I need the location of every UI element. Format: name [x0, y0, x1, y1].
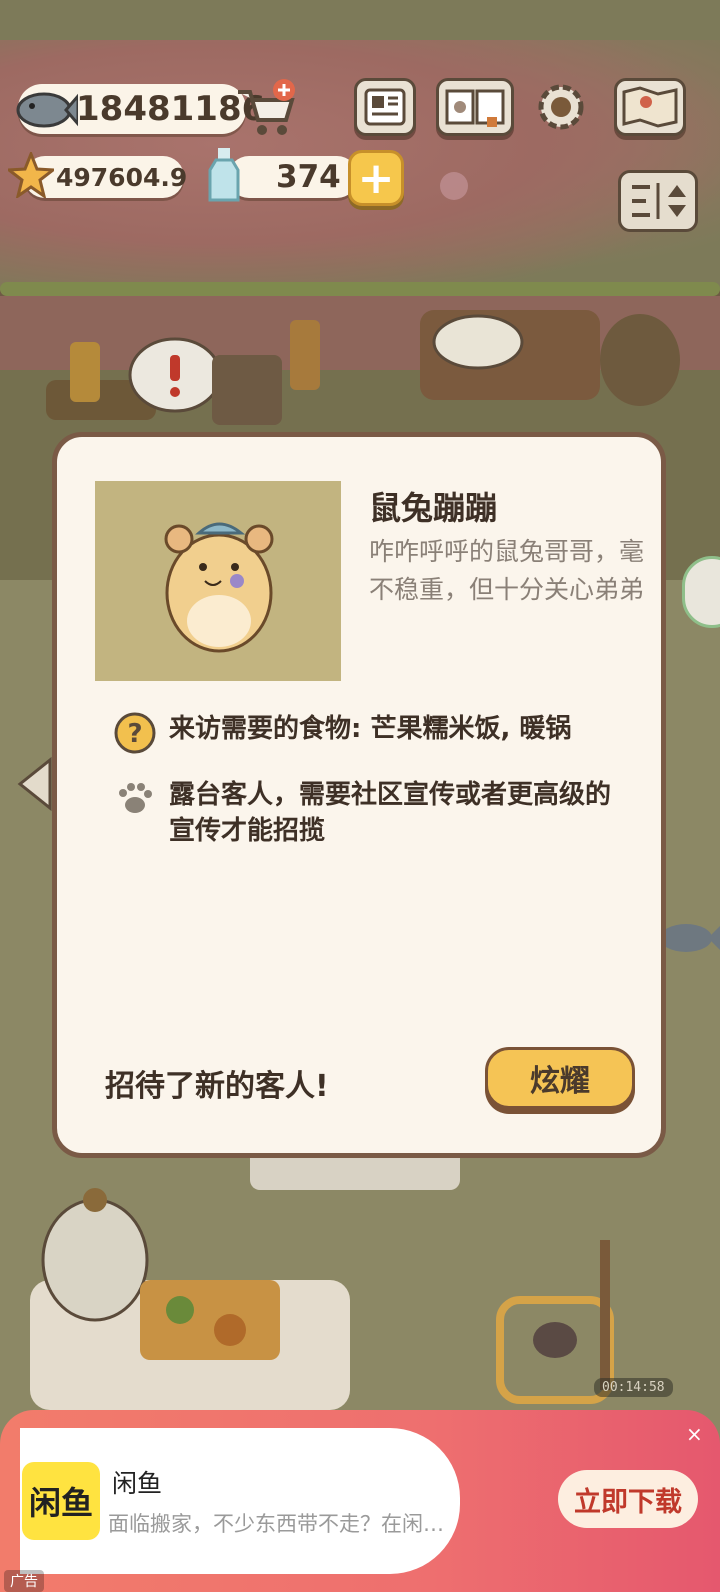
shop-cart-plus-icon[interactable]: [234, 78, 300, 138]
ad-subtitle: 面临搬家，不少东西带不走？在闲…: [108, 1512, 444, 1536]
bottle-icon: [206, 146, 242, 204]
album-book-icon: [445, 89, 505, 127]
star-currency-value: 497604.9: [56, 162, 188, 192]
newspaper-icon: [364, 88, 406, 126]
attract-requirement-text: 露台客人，需要社区宣传或者更高级的宣传才能招揽: [169, 780, 612, 846]
add-currency-button[interactable]: +: [348, 150, 404, 206]
fish-icon: [14, 82, 78, 136]
ad-timer: 00:14:58: [594, 1378, 673, 1397]
map-icon: [622, 86, 678, 128]
chevron-left-icon: [17, 756, 52, 812]
plus-icon: +: [357, 152, 395, 204]
bottle-currency-pill: 374: [228, 156, 358, 198]
guest-description: 咋咋呼呼的鼠兔哥哥，毫不稳重，但十分关心弟弟: [369, 537, 645, 604]
left-arrow-button[interactable]: [14, 756, 54, 812]
paw-icon: [119, 783, 152, 813]
gear-icon: [538, 84, 584, 130]
attract-requirement-row: 露台客人，需要社区宣传或者更高级的宣传才能招揽: [113, 777, 629, 849]
show-off-button[interactable]: 炫耀: [485, 1047, 635, 1109]
ad-label: 广告: [4, 1570, 44, 1592]
newspaper-button[interactable]: [354, 78, 416, 136]
food-table-props: [30, 1130, 614, 1410]
guest-dialog: 鼠兔蹦蹦 咋咋呼呼的鼠兔哥哥，毫不稳重，但十分关心弟弟 ? 来访需要的食物: 芒…: [52, 432, 666, 1158]
guest-name: 鼠兔蹦蹦: [369, 489, 498, 527]
download-button[interactable]: 立即下载: [558, 1470, 698, 1528]
hamster-illustration: [164, 522, 274, 653]
settings-button[interactable]: [530, 78, 592, 136]
bottle-currency-value: 374: [276, 159, 341, 195]
map-button[interactable]: [614, 78, 686, 136]
guest-portrait: [95, 481, 341, 681]
ad-banner[interactable]: 闲鱼 闲鱼 面临搬家，不少东西带不走？在闲… 立即下载 × 广告: [0, 1410, 720, 1592]
close-icon[interactable]: ×: [686, 1422, 703, 1446]
sort-toggle-button[interactable]: [618, 170, 698, 232]
xianyu-logo[interactable]: 闲鱼: [22, 1462, 100, 1540]
album-button[interactable]: [436, 78, 514, 136]
svg-text:?: ?: [127, 719, 142, 749]
ad-app-name: 闲鱼: [112, 1469, 163, 1498]
sort-toggle-icon: [632, 183, 686, 219]
vine-decoration: [0, 282, 720, 296]
flower-icon: [432, 166, 476, 206]
new-guest-status: 招待了新的客人!: [105, 1069, 329, 1104]
star-icon: [8, 152, 54, 198]
food-requirement-row: ? 来访需要的食物: 芒果糯米饭, 暖锅: [113, 711, 629, 754]
food-requirement-text: 来访需要的食物: 芒果糯米饭, 暖锅: [169, 714, 572, 744]
question-mark-icon: ?: [114, 712, 156, 754]
